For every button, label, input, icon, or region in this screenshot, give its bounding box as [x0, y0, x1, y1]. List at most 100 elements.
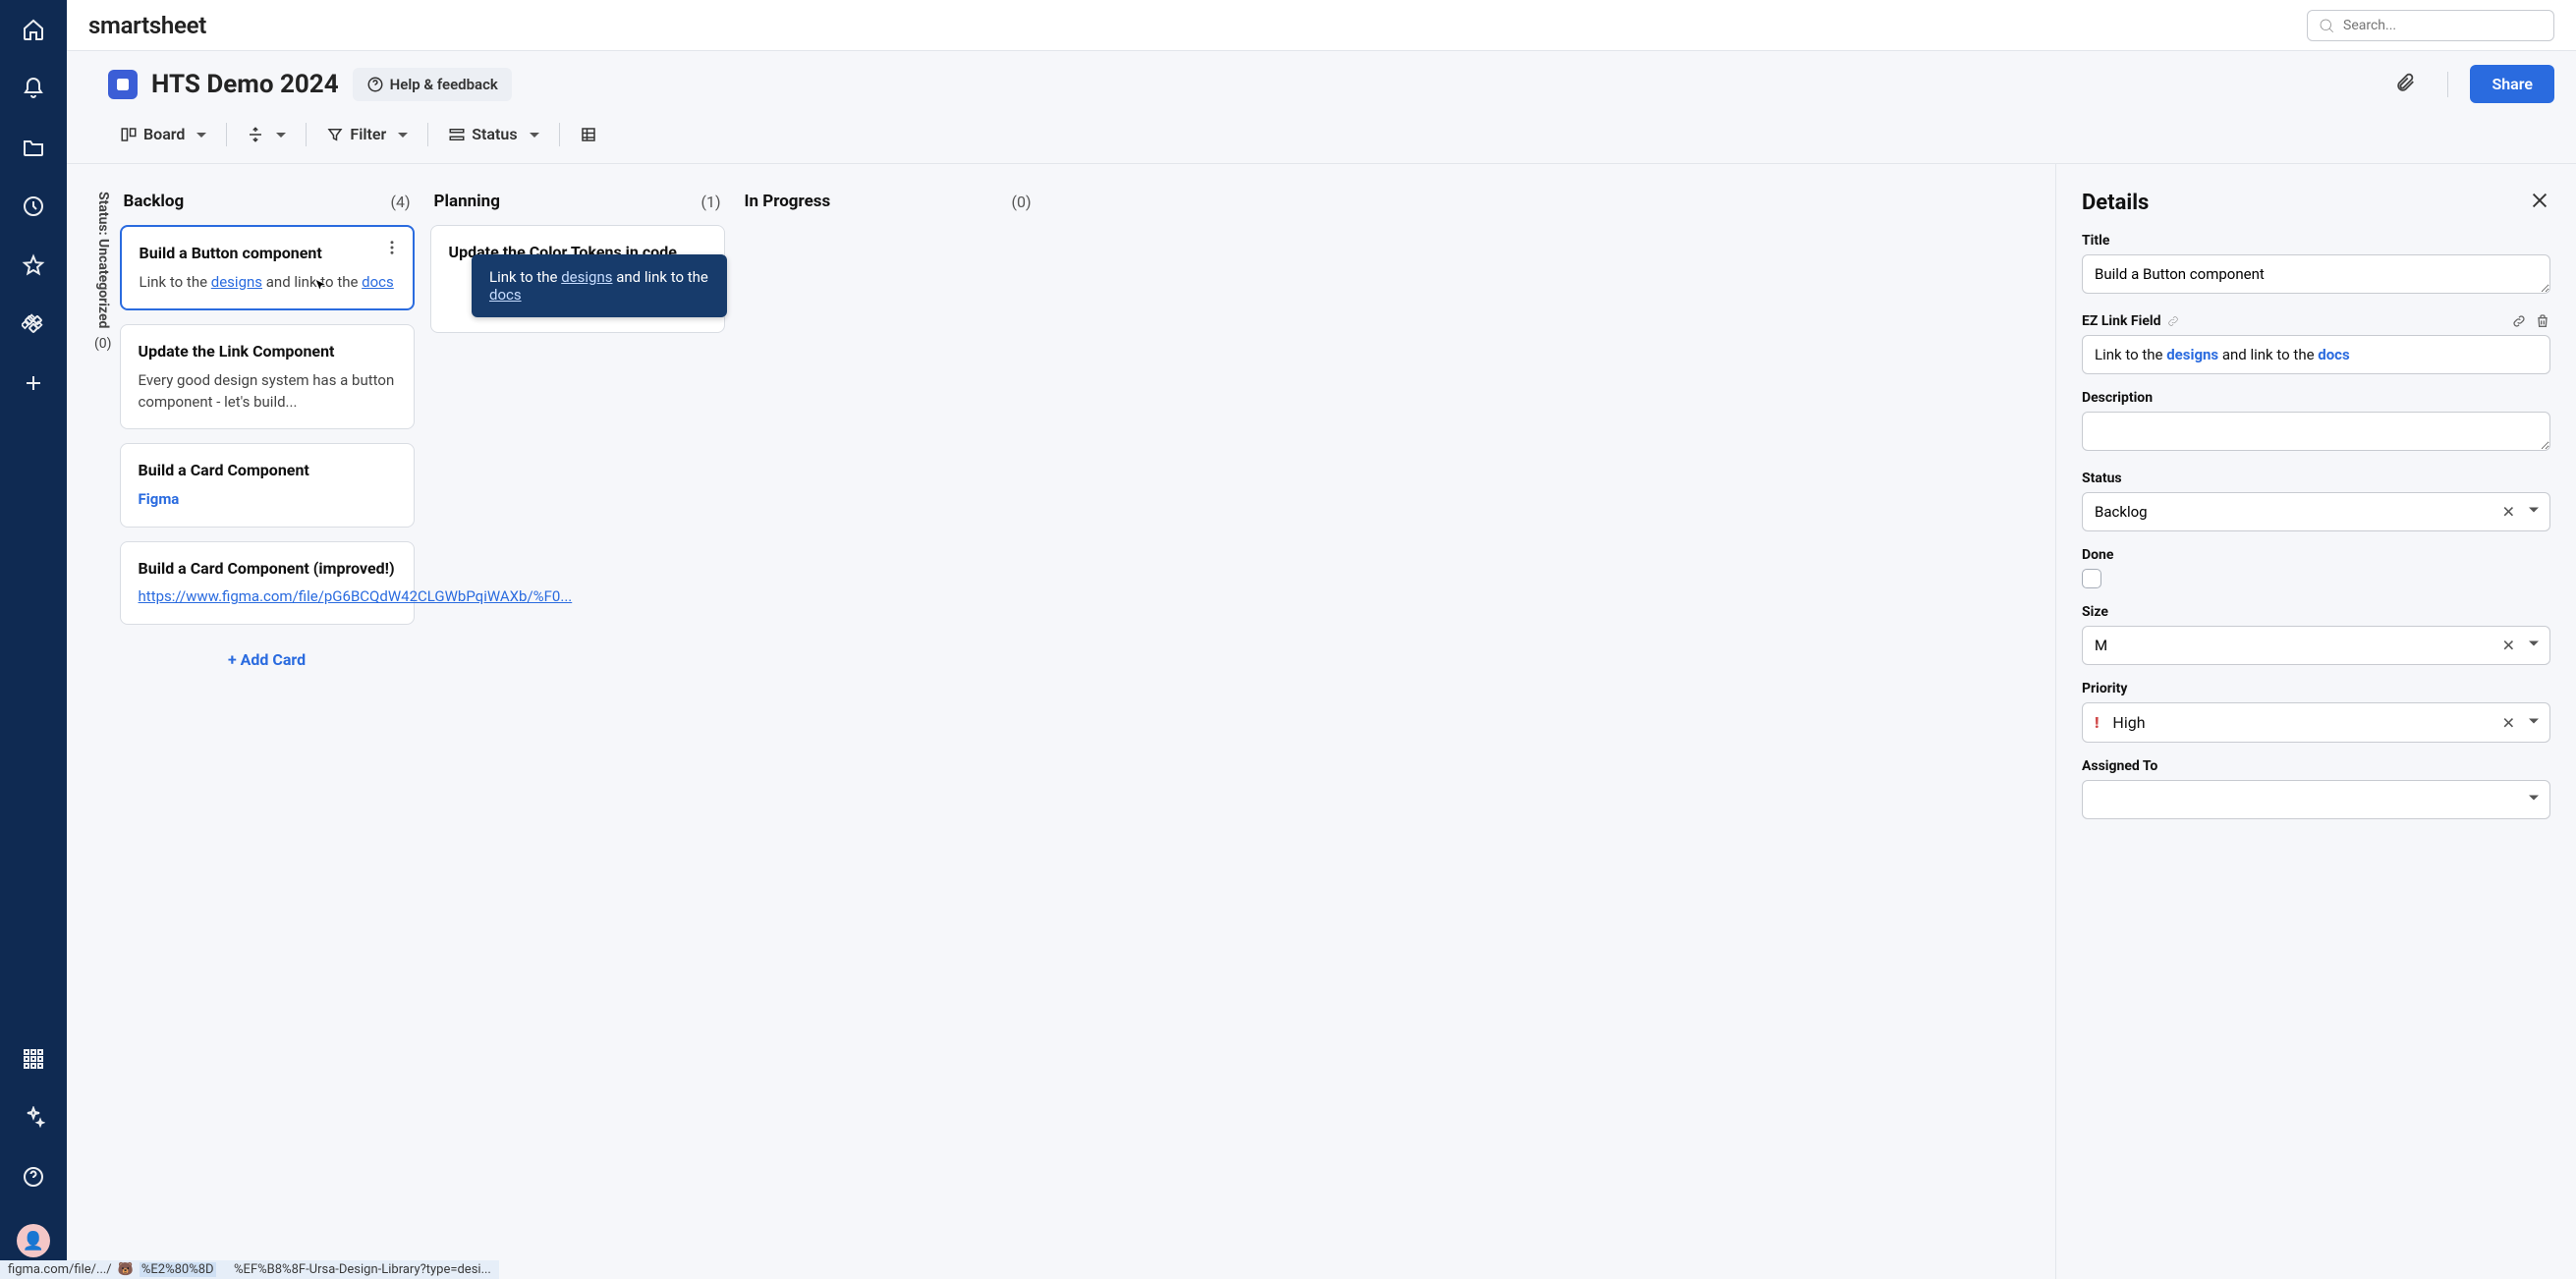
priority-clear-button[interactable]: ✕: [2502, 713, 2515, 732]
help-label: Help & feedback: [390, 76, 498, 93]
ezlink-field-label: EZ Link Field: [2082, 313, 2550, 329]
title-field-label: Title: [2082, 233, 2550, 249]
nav-folder[interactable]: [22, 136, 45, 163]
filter-button[interactable]: Filter: [314, 119, 420, 149]
priority-flag-icon: !: [2095, 713, 2099, 732]
assigned-select[interactable]: [2082, 780, 2550, 819]
chevron-down-icon[interactable]: [2529, 713, 2539, 732]
divider: [2447, 72, 2448, 97]
row-height-button[interactable]: [235, 120, 298, 149]
share-button[interactable]: Share: [2470, 65, 2554, 103]
nav-recent[interactable]: [22, 195, 45, 222]
description-input[interactable]: [2082, 412, 2550, 451]
details-heading: Details: [2082, 191, 2149, 215]
status-clear-button[interactable]: ✕: [2502, 503, 2515, 522]
board-viewport: Status: Uncategorized (0) Backlog (4) Bu…: [67, 164, 2576, 1279]
board-icon: [120, 126, 138, 143]
card-build-card-component-improved[interactable]: Build a Card Component (improved!) https…: [120, 541, 415, 625]
table-view-button[interactable]: [568, 120, 609, 149]
card-menu-button[interactable]: [383, 239, 401, 260]
column-backlog: Backlog (4) Build a Button component Lin…: [120, 192, 415, 1279]
card-title: Build a Button component: [140, 243, 395, 264]
chevron-down-icon[interactable]: [2529, 791, 2539, 809]
card-build-button-component[interactable]: Build a Button component Link to the des…: [120, 225, 415, 310]
trash-icon[interactable]: [2535, 313, 2550, 329]
table-icon: [580, 126, 597, 143]
open-link-icon[interactable]: [2511, 313, 2527, 329]
nav-help[interactable]: [22, 1165, 45, 1193]
column-count: (4): [391, 193, 411, 211]
card-title: Build a Card Component: [139, 460, 396, 481]
card-link-figma-url[interactable]: https://www.figma.com/file/pG6BCQdW42CLG…: [139, 587, 573, 605]
nav-add[interactable]: [22, 371, 45, 399]
attachments-button[interactable]: [2384, 68, 2426, 101]
uncategorized-lane-label[interactable]: Status: Uncategorized (0): [94, 192, 120, 1279]
status-icon: [448, 126, 466, 143]
details-close-button[interactable]: [2529, 190, 2550, 215]
priority-field-label: Priority: [2082, 681, 2550, 696]
app-logo: smartsheet: [88, 12, 206, 39]
workspace-header: HTS Demo 2024 Help & feedback Share: [67, 51, 2576, 113]
chevron-down-icon[interactable]: [2529, 503, 2539, 522]
card-link-figma[interactable]: Figma: [139, 490, 180, 508]
help-feedback-button[interactable]: Help & feedback: [353, 68, 512, 101]
status-label: Status: [472, 125, 517, 143]
browser-status-bar: figma.com/file/.../🐻%E2%80%8D %EF%B8%8F-…: [0, 1260, 499, 1279]
nav-avatar[interactable]: 👤: [17, 1224, 50, 1257]
paperclip-icon: [2394, 72, 2416, 93]
ezlink-docs[interactable]: docs: [2318, 346, 2349, 363]
help-icon: [366, 76, 384, 93]
card-link-docs[interactable]: docs: [362, 273, 394, 291]
chevron-down-icon[interactable]: [2529, 637, 2539, 655]
card-body: Figma: [139, 489, 396, 511]
nav-workspaces[interactable]: [22, 312, 45, 340]
card-body: Link to the designs and link to the docs: [140, 272, 395, 294]
row-height-icon: [247, 126, 264, 143]
main-area: smartsheet HTS Demo 2024 Help & feedback…: [67, 0, 2576, 1279]
nav-notifications[interactable]: [22, 77, 45, 104]
search-input[interactable]: [2343, 18, 2544, 33]
column-planning: Planning (1) Update the Color Tokens in …: [430, 192, 725, 1279]
ezlink-designs[interactable]: designs: [2166, 346, 2218, 363]
card-build-card-component[interactable]: Build a Card Component Figma: [120, 443, 415, 527]
status-select[interactable]: [2082, 492, 2550, 531]
column-count: (1): [701, 193, 721, 211]
details-panel: Details Title EZ Link Field Link to th: [2055, 164, 2576, 1279]
tooltip-link-docs[interactable]: docs: [489, 286, 522, 304]
status-field-label: Status: [2082, 471, 2550, 486]
done-checkbox[interactable]: [2082, 569, 2101, 588]
size-select[interactable]: [2082, 626, 2550, 665]
uncategorized-count: (0): [94, 336, 112, 352]
view-switcher[interactable]: Board: [108, 119, 218, 149]
size-field-label: Size: [2082, 604, 2550, 620]
title-input[interactable]: [2082, 254, 2550, 294]
assigned-field-label: Assigned To: [2082, 758, 2550, 774]
global-search[interactable]: [2307, 10, 2554, 41]
search-icon: [2318, 17, 2335, 34]
filter-icon: [326, 126, 344, 143]
ezlink-value[interactable]: Link to the designs and link to the docs: [2082, 335, 2550, 374]
nav-favorites[interactable]: [22, 253, 45, 281]
nav-rail: 👤: [0, 0, 67, 1279]
link-icon: [2166, 314, 2180, 328]
card-link-designs[interactable]: designs: [211, 273, 262, 291]
card-title: Update the Link Component: [139, 341, 396, 362]
column-in-progress: In Progress (0): [741, 192, 1036, 1279]
card-body: Every good design system has a button co…: [139, 370, 396, 414]
tooltip-link-designs[interactable]: designs: [561, 268, 612, 286]
nav-ai[interactable]: [22, 1106, 45, 1134]
priority-select[interactable]: ! High: [2082, 702, 2550, 743]
size-clear-button[interactable]: ✕: [2502, 637, 2515, 655]
column-title: Backlog: [124, 192, 185, 211]
view-toolbar: Board Filter Status: [67, 113, 2576, 164]
workspace-icon: [108, 70, 138, 99]
card-title: Build a Card Component (improved!): [139, 558, 396, 580]
done-field-label: Done: [2082, 547, 2550, 563]
card-update-link-component[interactable]: Update the Link Component Every good des…: [120, 324, 415, 429]
column-count: (0): [1012, 193, 1032, 211]
groupby-button[interactable]: Status: [436, 119, 550, 149]
bear-emoji-icon: 🐻: [118, 1262, 134, 1277]
nav-apps[interactable]: [22, 1047, 45, 1075]
add-card-button[interactable]: Add Card: [120, 639, 415, 681]
nav-home[interactable]: [22, 18, 45, 45]
